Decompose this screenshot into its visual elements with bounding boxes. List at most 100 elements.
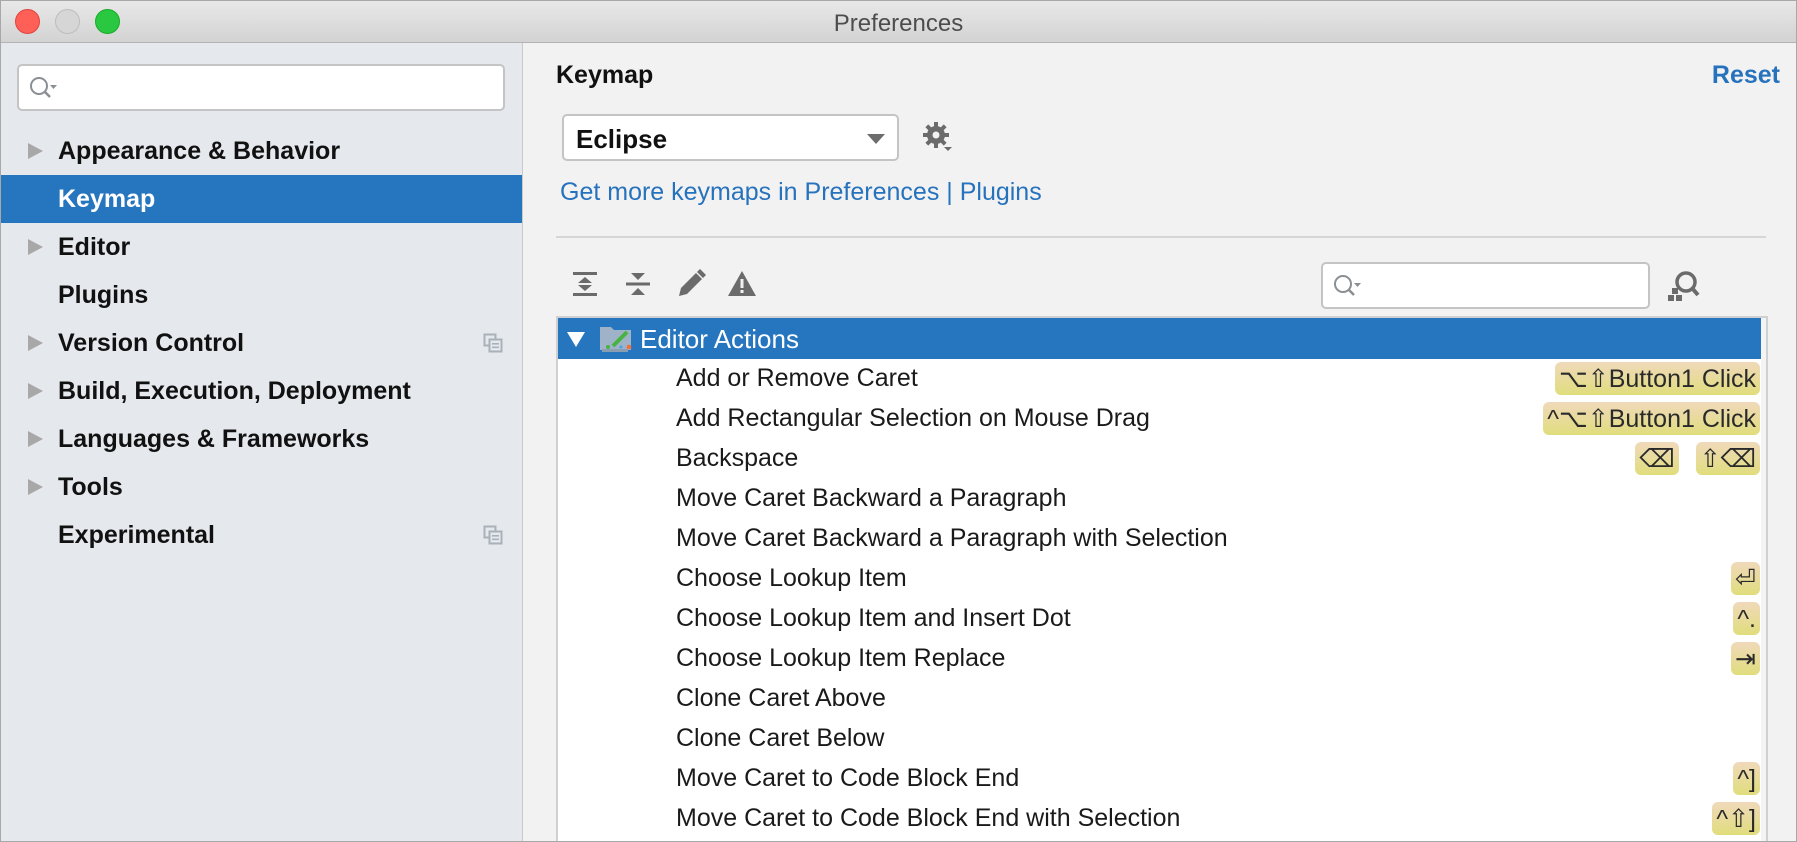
sidebar-item-tools[interactable]: Tools <box>1 463 522 511</box>
keymap-panel: Keymap Reset Eclipse Get more keymaps in… <box>524 43 1796 841</box>
action-label: Clone Caret Below <box>676 724 885 752</box>
action-row[interactable]: Choose Lookup Item and Insert Dot ^. <box>558 599 1763 639</box>
action-label: Backspace <box>676 444 799 472</box>
link-separator: | <box>939 178 960 206</box>
folder-icon <box>599 323 633 358</box>
sidebar-item-label: Editor <box>58 232 131 261</box>
search-icon <box>29 76 59 107</box>
action-rows: Add or Remove Caret ⌥⇧Button1 Click Add Re… <box>558 359 1763 839</box>
expand-arrow-icon[interactable] <box>28 239 43 255</box>
shortcut-list: ⇥ <box>1731 642 1760 675</box>
sidebar-item-label: Plugins <box>58 280 149 309</box>
action-row[interactable]: Choose Lookup Item ⏎ <box>558 559 1763 599</box>
action-label: Move Caret to Code Block End with Select… <box>676 804 1181 832</box>
action-label: Choose Lookup Item Replace <box>676 644 1006 672</box>
sidebar-item-label: Experimental <box>58 520 216 549</box>
action-label: Choose Lookup Item and Insert Dot <box>676 604 1071 632</box>
keymap-select[interactable]: Eclipse <box>562 114 899 161</box>
action-row[interactable]: Move Caret Backward a Paragraph <box>558 479 1763 519</box>
shortcut-badge: ^] <box>1733 762 1760 795</box>
shortcut-list: ^] <box>1733 762 1760 795</box>
action-row[interactable]: Add or Remove Caret ⌥⇧Button1 Click <box>558 359 1763 399</box>
chevron-down-icon <box>867 134 885 144</box>
action-row[interactable]: Backspace ⌫ ⇧⌫ <box>558 439 1763 479</box>
page-title: Keymap <box>556 61 654 89</box>
action-row[interactable]: Clone Caret Below <box>558 719 1763 759</box>
shortcut-badge: ^. <box>1733 602 1760 635</box>
sidebar-item-build-execution-deployment[interactable]: Build, Execution, Deployment <box>1 367 522 415</box>
search-icon <box>1333 274 1363 305</box>
expand-arrow-icon[interactable] <box>28 335 43 351</box>
shortcut-list: ⌥⇧Button1 Click <box>1554 362 1760 395</box>
title-bar: Preferences <box>1 1 1796 43</box>
expand-arrow-icon[interactable] <box>28 479 43 495</box>
keymap-actions-tree: Editor Actions Add or Remove Caret ⌥⇧Butt… <box>556 316 1768 841</box>
sidebar-item-keymap[interactable]: Keymap <box>1 175 522 223</box>
action-row[interactable]: Move Caret to Code Block End with Select… <box>558 799 1763 839</box>
plugins-link[interactable]: Plugins <box>960 178 1042 206</box>
shortcut-badge: ^⌥⇧Button1 Click <box>1543 402 1760 435</box>
settings-search-input[interactable] <box>17 64 505 111</box>
vertical-scrollbar[interactable] <box>1761 318 1766 841</box>
action-label: Move Caret Backward a Paragraph <box>676 484 1067 512</box>
shortcut-list: ⏎ <box>1731 562 1760 595</box>
action-row[interactable]: Move Caret to Code Block End ^] <box>558 759 1763 799</box>
action-row[interactable]: Choose Lookup Item Replace ⇥ <box>558 639 1763 679</box>
expand-arrow-icon[interactable] <box>28 143 43 159</box>
sidebar-item-appearance-behavior[interactable]: Appearance & Behavior <box>1 127 522 175</box>
sidebar-item-label: Tools <box>58 472 123 501</box>
action-row[interactable]: Clone Caret Above <box>558 679 1763 719</box>
sidebar-item-label: Build, Execution, Deployment <box>58 376 411 405</box>
shortcut-list: ^⌥⇧Button1 Click <box>1543 402 1760 435</box>
sidebar-item-label: Languages & Frameworks <box>58 424 370 453</box>
sidebar-item-experimental[interactable]: Experimental <box>1 511 522 559</box>
settings-sidebar: Appearance & Behavior Keymap Editor Plugins… <box>1 43 523 841</box>
sidebar-item-version-control[interactable]: Version Control <box>1 319 522 367</box>
expand-arrow-icon[interactable] <box>28 383 43 399</box>
action-label: Choose Lookup Item <box>676 564 907 592</box>
action-row[interactable]: Add Rectangular Selection on Mouse Drag ^… <box>558 399 1763 439</box>
tree-group-editor-actions[interactable]: Editor Actions <box>558 318 1763 359</box>
project-level-settings-icon <box>483 333 503 358</box>
edit-icon[interactable] <box>676 269 706 299</box>
shortcut-list: ^⇧] <box>1712 802 1760 835</box>
sidebar-item-label: Keymap <box>58 184 156 213</box>
action-label: Add Rectangular Selection on Mouse Drag <box>676 404 1150 432</box>
keymap-select-value: Eclipse <box>576 124 668 154</box>
expand-arrow-icon[interactable] <box>28 431 43 447</box>
get-more-keymaps-link: Get more keymaps in Preferences | Plugin… <box>560 178 1042 207</box>
preferences-window: Preferences Appearance & Behavior Keymap E… <box>0 0 1797 842</box>
action-label: Add or Remove Caret <box>676 364 918 392</box>
action-label: Clone Caret Above <box>676 684 886 712</box>
tree-group-label: Editor Actions <box>640 324 799 354</box>
shortcut-list: ⌫ ⇧⌫ <box>1635 442 1760 475</box>
expand-triangle-icon[interactable] <box>567 332 585 347</box>
sidebar-item-label: Version Control <box>58 328 245 357</box>
preferences-link[interactable]: Get more keymaps in Preferences <box>560 178 939 206</box>
shortcut-badge: ⏎ <box>1731 562 1760 595</box>
window-title: Preferences <box>833 10 964 37</box>
sidebar-item-plugins[interactable]: Plugins <box>1 271 522 319</box>
shortcut-badge: ⌥⇧Button1 Click <box>1554 362 1760 395</box>
project-level-settings-icon <box>483 525 503 550</box>
shortcut-badge: ⌫ <box>1635 442 1679 475</box>
shortcut-list: ^. <box>1733 602 1760 635</box>
reset-button[interactable]: Reset <box>1712 61 1780 90</box>
action-label: Move Caret Backward a Paragraph with Sel… <box>676 524 1228 552</box>
settings-tree: Appearance & Behavior Keymap Editor Plugins… <box>1 127 522 559</box>
action-label: Move Caret to Code Block End <box>676 764 1020 792</box>
sidebar-item-languages-frameworks[interactable]: Languages & Frameworks <box>1 415 522 463</box>
expand-all-icon[interactable] <box>570 269 600 299</box>
conflicts-warning-icon[interactable] <box>727 269 757 299</box>
shortcut-badge: ⇥ <box>1731 642 1760 675</box>
separator <box>556 236 1766 238</box>
action-row[interactable]: Move Caret Backward a Paragraph with Sel… <box>558 519 1763 559</box>
shortcut-badge: ^⇧] <box>1712 802 1760 835</box>
sidebar-item-label: Appearance & Behavior <box>58 136 341 165</box>
action-search-input[interactable] <box>1321 262 1650 309</box>
gear-icon[interactable] <box>922 121 956 160</box>
collapse-all-icon[interactable] <box>623 269 653 299</box>
sidebar-item-editor[interactable]: Editor <box>1 223 522 271</box>
shortcut-badge: ⇧⌫ <box>1695 442 1760 475</box>
find-by-shortcut-icon[interactable] <box>1667 269 1701 308</box>
